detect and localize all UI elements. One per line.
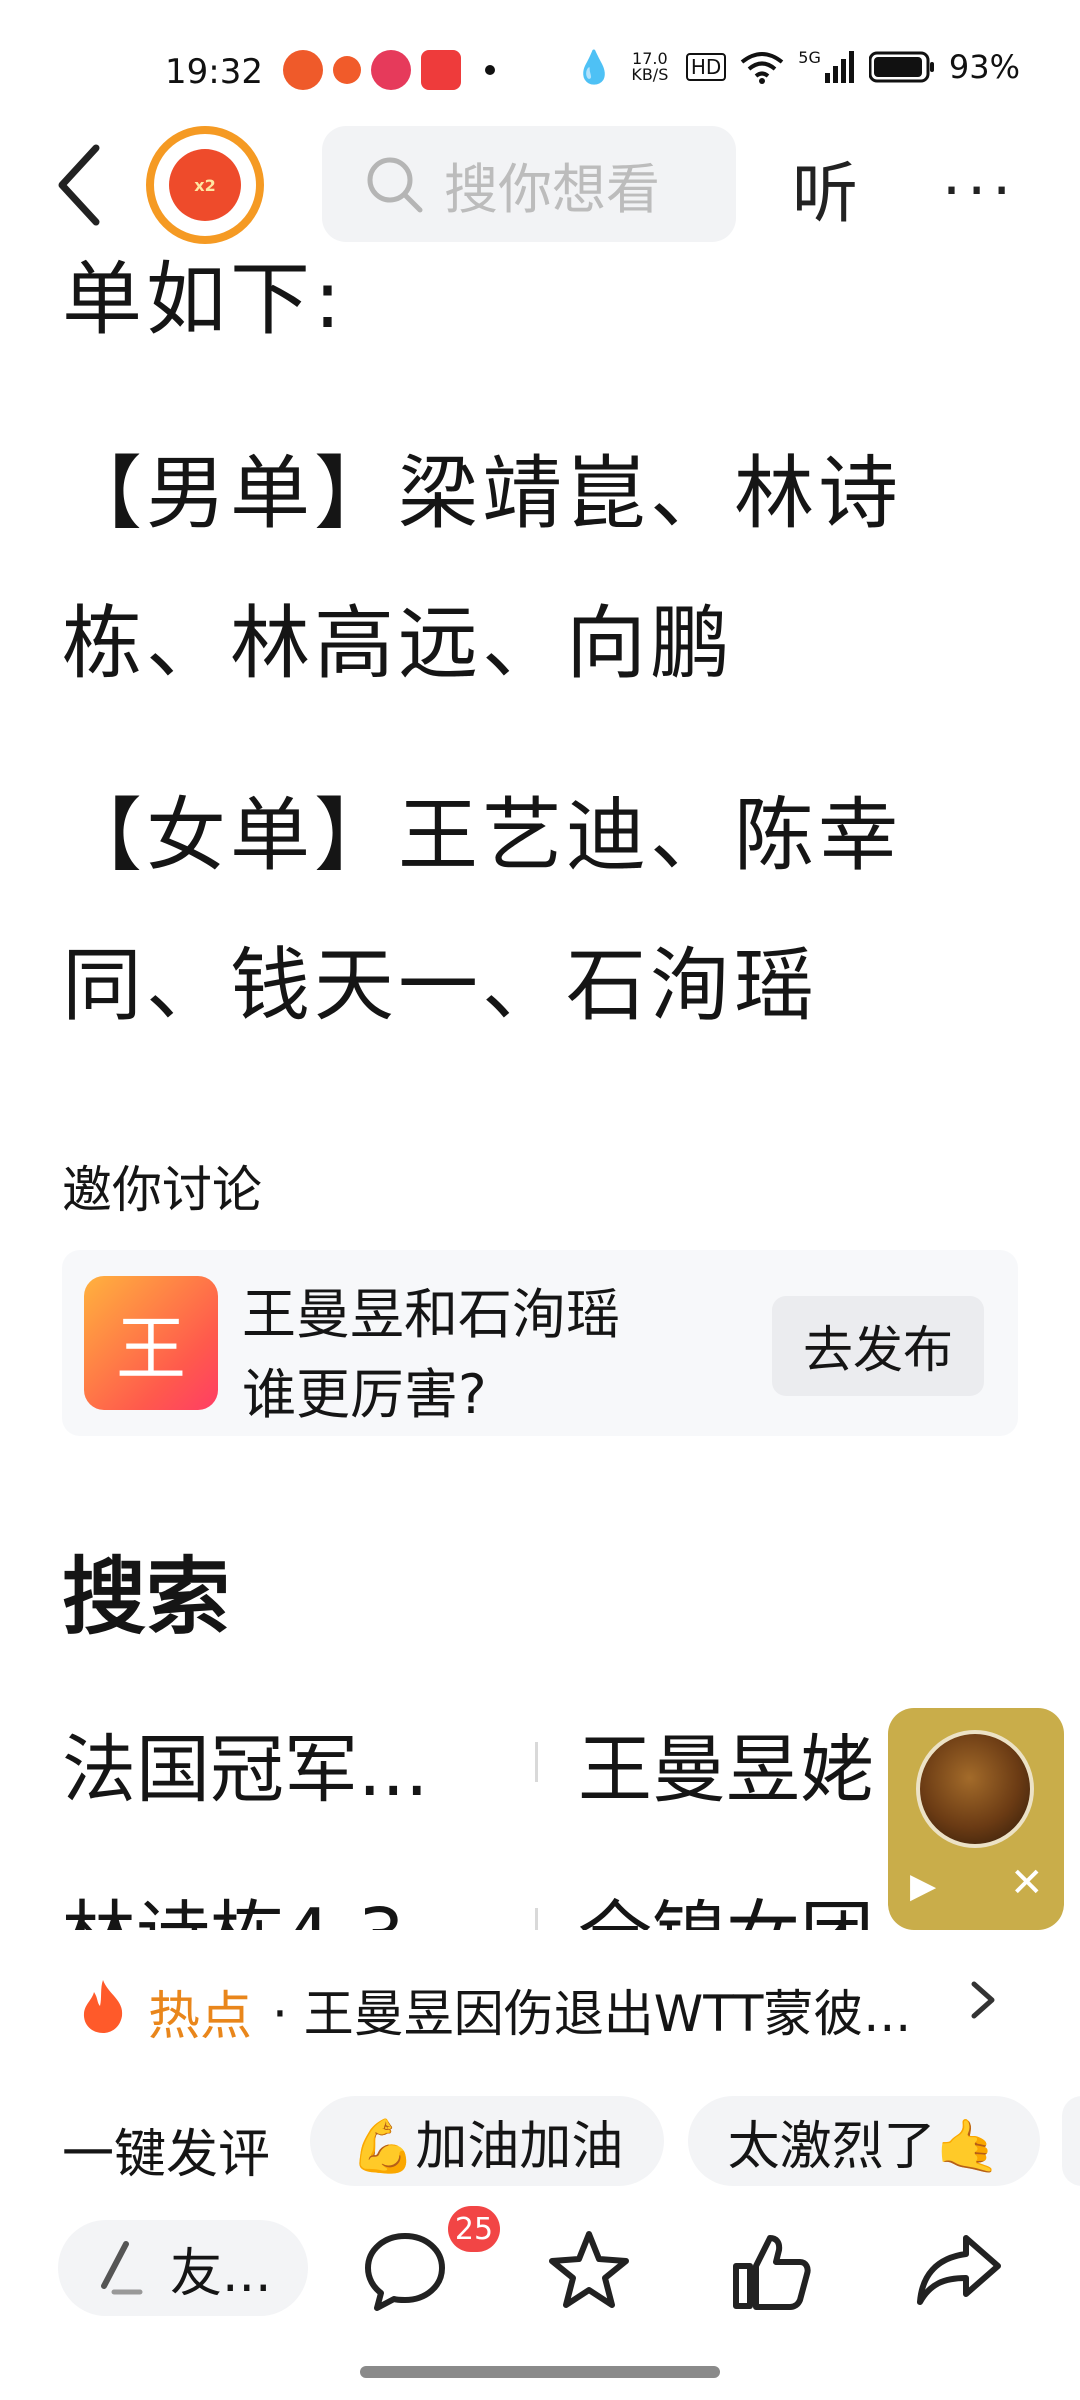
article-line: 栋、林高远、向鹏	[62, 597, 734, 690]
back-icon[interactable]	[52, 140, 112, 230]
pen-icon	[101, 2241, 143, 2295]
status-bar: 19:32 💧 17.0 KB/S HD 5G 93%	[0, 0, 1080, 140]
app-notification-icon	[333, 56, 361, 84]
search-icon	[367, 157, 423, 213]
album-cover	[916, 1730, 1034, 1848]
search-suggestion[interactable]: 法国冠军...	[62, 1710, 429, 1817]
search-box[interactable]: 搜你想看	[322, 126, 736, 242]
article-line: 同、钱天一、石洵瑶	[62, 939, 818, 1032]
quick-comment-label: 一键发评	[62, 2125, 271, 2185]
quick-comment-chip-partial[interactable]	[1062, 2096, 1080, 2186]
comment-icon[interactable]	[360, 2226, 450, 2316]
article-line: 单如下:	[62, 253, 345, 346]
more-menu-button[interactable]: ···	[942, 156, 1017, 226]
divider	[535, 1742, 538, 1782]
play-icon[interactable]: ▶	[910, 1866, 936, 1906]
divider	[535, 1908, 538, 1930]
battery-icon	[868, 51, 934, 83]
star-icon[interactable]	[544, 2226, 634, 2316]
app-notification-icon	[371, 50, 411, 90]
toutiao-notification-icon	[421, 50, 461, 90]
red-packet-icon: x2	[169, 149, 241, 221]
topic-tile-icon: 王	[84, 1276, 218, 1410]
write-comment-button[interactable]: 友...	[58, 2220, 308, 2316]
discussion-card[interactable]: 王 王曼昱和石洵瑶 谁更厉害? 去发布	[62, 1250, 1018, 1436]
search-suggestion[interactable]: 王曼昱姥	[578, 1710, 874, 1817]
discussion-title: 邀你讨论	[62, 1161, 262, 1219]
status-time: 19:32	[165, 52, 263, 92]
publish-button[interactable]: 去发布	[772, 1296, 984, 1396]
status-notification-icons	[283, 50, 495, 90]
signal-icon	[824, 51, 854, 83]
hd-icon: HD	[685, 53, 727, 81]
chevron-right-icon[interactable]	[964, 1970, 1004, 2030]
red-packet-multiplier: x2	[194, 175, 216, 195]
drop-icon: 💧	[574, 48, 614, 86]
like-icon[interactable]	[726, 2226, 816, 2316]
battery-percent: 93%	[948, 48, 1020, 86]
quick-comment-chip[interactable]: 💪加油加油	[310, 2096, 664, 2186]
search-section-title: 搜索	[62, 1548, 231, 1646]
discussion-question: 谁更厉害?	[242, 1363, 487, 1426]
more-dot-icon	[485, 65, 495, 75]
app-notification-icon	[283, 50, 323, 90]
comment-count-badge: 25	[448, 2206, 500, 2252]
red-packet-button[interactable]: x2	[146, 126, 264, 244]
hot-topic-text[interactable]: · 王曼昱因伤退出WTT蒙彼...	[272, 1974, 911, 2046]
article-line: 【女单】王艺迪、陈幸	[62, 789, 902, 882]
quick-comment-chip[interactable]: 太激烈了🤙	[688, 2096, 1040, 2186]
search-placeholder: 搜你想看	[444, 157, 660, 221]
search-suggestion[interactable]: 林诗栋4-3	[62, 1876, 405, 1930]
listen-button[interactable]: 听	[792, 140, 858, 236]
home-indicator[interactable]	[360, 2366, 720, 2378]
signal-type: 5G	[798, 48, 821, 67]
share-icon[interactable]	[914, 2226, 1004, 2316]
flame-icon	[78, 1978, 128, 2046]
write-comment-label: 友...	[170, 2243, 272, 2304]
hot-label: 热点	[148, 1987, 253, 2047]
search-suggestion[interactable]: 全锦女团	[578, 1876, 874, 1930]
discussion-question: 王曼昱和石洵瑶	[242, 1283, 620, 1346]
article-line: 【男单】梁靖崑、林诗	[62, 447, 902, 540]
network-speed: 17.0 KB/S	[631, 49, 669, 84]
close-icon[interactable]: ✕	[1010, 1860, 1044, 1906]
floating-audio-player[interactable]: ▶ ✕	[888, 1708, 1064, 1930]
wifi-icon	[741, 52, 784, 84]
